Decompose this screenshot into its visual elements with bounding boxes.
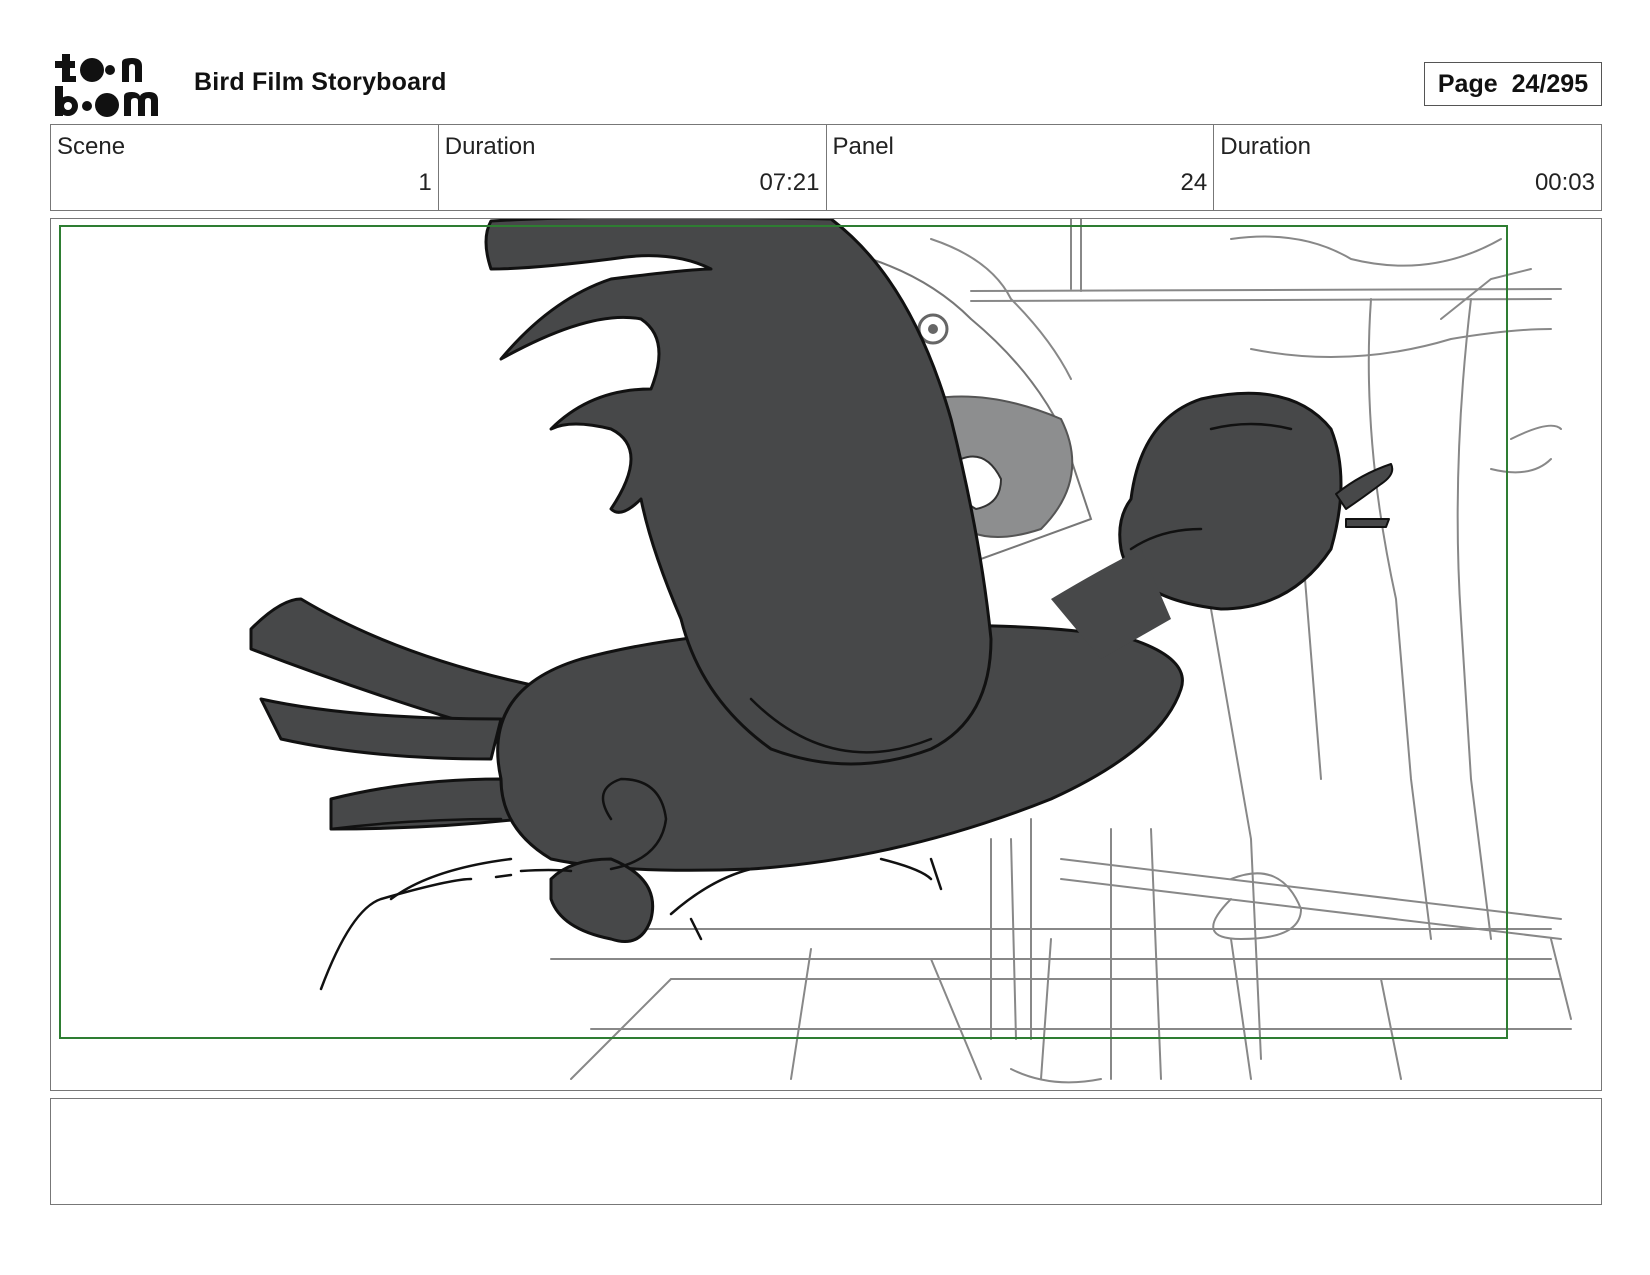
panel-duration-cell: Duration 00:03 [1214, 125, 1601, 210]
scene-duration-label: Duration [444, 133, 536, 160]
page-value: 24/295 [1511, 69, 1589, 98]
scene-duration-cell: Duration 07:21 [439, 125, 827, 210]
panel-duration-value: 00:03 [1534, 169, 1595, 196]
page-indicator: Page 24/295 [1424, 62, 1602, 106]
panel-notes-box [50, 1098, 1602, 1205]
toonboom-logo [52, 52, 172, 118]
bird-character [249, 219, 1394, 943]
scene-cell: Scene 1 [51, 125, 439, 210]
scene-value: 1 [418, 169, 432, 196]
storyboard-panel-image [50, 218, 1602, 1091]
panel-cell: Panel 24 [827, 125, 1215, 210]
panel-label: Panel [832, 133, 894, 160]
panel-value: 24 [1180, 169, 1208, 196]
panel-info-table: Scene 1 Duration 07:21 Panel 24 Duration… [50, 124, 1602, 211]
page-label: Page [1437, 69, 1498, 98]
scene-duration-value: 07:21 [759, 169, 820, 196]
panel-duration-label: Duration [1220, 133, 1311, 160]
document-title: Bird Film Storyboard [194, 68, 447, 96]
scene-label: Scene [57, 133, 126, 160]
